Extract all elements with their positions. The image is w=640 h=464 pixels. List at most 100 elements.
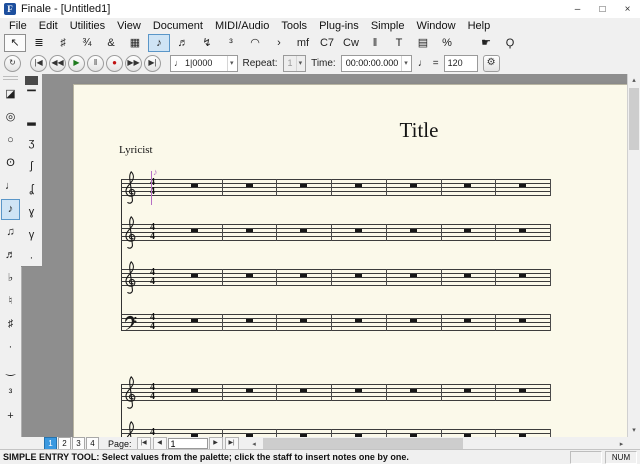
go-to-end-button[interactable]: ▶| <box>144 55 161 72</box>
menu-help[interactable]: Help <box>462 20 497 32</box>
menu-plugins[interactable]: Plug-ins <box>313 20 365 32</box>
sixteenth-note[interactable]: ♫ <box>1 222 20 243</box>
scroll-up-button[interactable]: ▴ <box>628 74 640 87</box>
staff[interactable]: 44 <box>121 224 551 241</box>
scroll-left-button[interactable]: ◂ <box>248 440 261 448</box>
selection-tool[interactable]: ↖ <box>4 34 26 52</box>
barline <box>222 429 223 437</box>
sixtyfourth-rest[interactable]: γ <box>22 225 41 246</box>
smart-shape-tool[interactable]: ◠ <box>244 34 266 52</box>
hyperscribe-tool[interactable]: ↯ <box>196 34 218 52</box>
staff[interactable]: 44 <box>121 179 551 196</box>
tie[interactable]: ‿ <box>1 360 20 381</box>
key-signature-tool[interactable]: ♯ <box>52 34 74 52</box>
lyrics-tool[interactable]: Cw <box>340 34 362 52</box>
sixteenth-rest[interactable]: ʆ <box>22 179 41 200</box>
repeat-tool[interactable]: ‖ <box>364 34 386 52</box>
half-rest[interactable]: ▂ <box>22 110 41 131</box>
speedy-entry-tool[interactable]: ♬ <box>172 34 194 52</box>
rest-dot[interactable]: · <box>22 248 41 269</box>
tuplet-tool[interactable]: ³ <box>220 34 242 52</box>
score-page[interactable]: Title Lyricist 444444444444 ♪ <box>73 84 628 437</box>
whole-rest <box>246 229 253 232</box>
page-layout-tool[interactable]: ▤ <box>412 34 434 52</box>
scroll-right-button[interactable]: ▸ <box>615 440 628 448</box>
barline <box>441 224 442 241</box>
minimize-button[interactable]: – <box>565 0 590 18</box>
text-tool[interactable]: T <box>388 34 410 52</box>
palette-drag-handle[interactable] <box>25 76 38 85</box>
eighth-note[interactable]: ♪ <box>1 199 20 220</box>
counter-input[interactable] <box>183 58 227 68</box>
pitch-up[interactable]: + <box>1 406 20 427</box>
thirtysecond-note[interactable]: ♬ <box>1 245 20 266</box>
flat[interactable]: ♭ <box>1 268 20 289</box>
staff[interactable]: 44 <box>121 384 551 401</box>
eighth-rest[interactable]: ʃ <box>22 156 41 177</box>
double-whole-note[interactable]: ◎ <box>1 107 20 128</box>
playback-settings-button[interactable]: ↻ <box>4 55 21 72</box>
expression-tool[interactable]: mf <box>292 34 314 52</box>
menu-window[interactable]: Window <box>410 20 461 32</box>
pause-button[interactable]: ‖ <box>87 55 104 72</box>
play-button[interactable]: ▶ <box>68 55 85 72</box>
whole-rest[interactable]: ▔ <box>22 87 41 108</box>
natural[interactable]: ♮ <box>1 291 20 312</box>
eraser-tool[interactable]: ◪ <box>1 84 20 105</box>
record-button[interactable]: ● <box>106 55 123 72</box>
barline <box>441 384 442 401</box>
tuplet[interactable]: ³ <box>1 383 20 404</box>
time-field[interactable]: 00:00:00.000 ▾ <box>341 55 412 72</box>
playback-counter-field[interactable]: ♩ ▾ <box>170 55 238 72</box>
quarter-rest[interactable]: ʒ <box>22 133 41 154</box>
time-signature-tool[interactable]: ¾ <box>76 34 98 52</box>
staff[interactable]: 44 <box>121 429 551 437</box>
palette-drag-handle[interactable] <box>3 76 18 82</box>
sharp[interactable]: ♯ <box>1 314 20 335</box>
rewind-button[interactable]: ◀◀ <box>49 55 66 72</box>
repeat-select[interactable]: 1 ▾ <box>283 55 307 72</box>
menu-edit[interactable]: Edit <box>33 20 64 32</box>
menu-tools[interactable]: Tools <box>275 20 313 32</box>
quarter-note[interactable]: ♩ <box>1 176 20 197</box>
page-input[interactable] <box>168 438 208 449</box>
staff[interactable]: 44 <box>121 269 551 286</box>
menu-file[interactable]: File <box>3 20 33 32</box>
hand-grabber-tool[interactable]: ☛ <box>475 34 497 52</box>
forward-button[interactable]: ▶▶ <box>125 55 142 72</box>
staff[interactable]: 44 <box>121 314 551 331</box>
augmentation-dot[interactable]: · <box>1 337 20 358</box>
hscrollbar-thumb[interactable] <box>263 438 463 449</box>
go-to-start-button[interactable]: |◀ <box>30 55 47 72</box>
zoom-tool[interactable]: Ϙ <box>499 34 521 52</box>
whole-rest <box>191 229 198 232</box>
whole-note[interactable]: ○ <box>1 130 20 151</box>
thirtysecond-rest[interactable]: ɣ <box>22 202 41 223</box>
tempo-field[interactable] <box>444 55 478 72</box>
simple-entry-tool[interactable]: ♪ <box>148 34 170 52</box>
staff-tool[interactable]: ≣ <box>28 34 50 52</box>
menu-document[interactable]: Document <box>147 20 209 32</box>
spinner-icon[interactable]: ▾ <box>227 56 236 71</box>
time-value: 00:00:00.000 <box>343 58 402 68</box>
chord-tool[interactable]: C7 <box>316 34 338 52</box>
maximize-button[interactable]: □ <box>590 0 615 18</box>
menu-simple[interactable]: Simple <box>365 20 411 32</box>
vscrollbar-thumb[interactable] <box>629 88 639 150</box>
vertical-scrollbar[interactable]: ▴ ▾ <box>627 74 640 437</box>
articulation-tool[interactable]: › <box>268 34 290 52</box>
menu-utilities[interactable]: Utilities <box>64 20 111 32</box>
measure-tool[interactable]: ▦ <box>124 34 146 52</box>
menu-view[interactable]: View <box>111 20 147 32</box>
menu-midiaudio[interactable]: MIDI/Audio <box>209 20 275 32</box>
score-viewport[interactable]: Title Lyricist 444444444444 ♪ <box>42 74 628 437</box>
close-button[interactable]: × <box>615 0 640 18</box>
resize-tool[interactable]: % <box>436 34 458 52</box>
whole-rest <box>191 319 198 322</box>
half-note[interactable]: ʘ <box>1 153 20 174</box>
tempo-input[interactable] <box>446 58 476 68</box>
settings-gear-button[interactable]: ⚙ <box>483 55 500 72</box>
scroll-down-button[interactable]: ▾ <box>628 424 640 437</box>
clef-tool[interactable]: & <box>100 34 122 52</box>
chevron-down-icon[interactable]: ▾ <box>401 56 410 71</box>
